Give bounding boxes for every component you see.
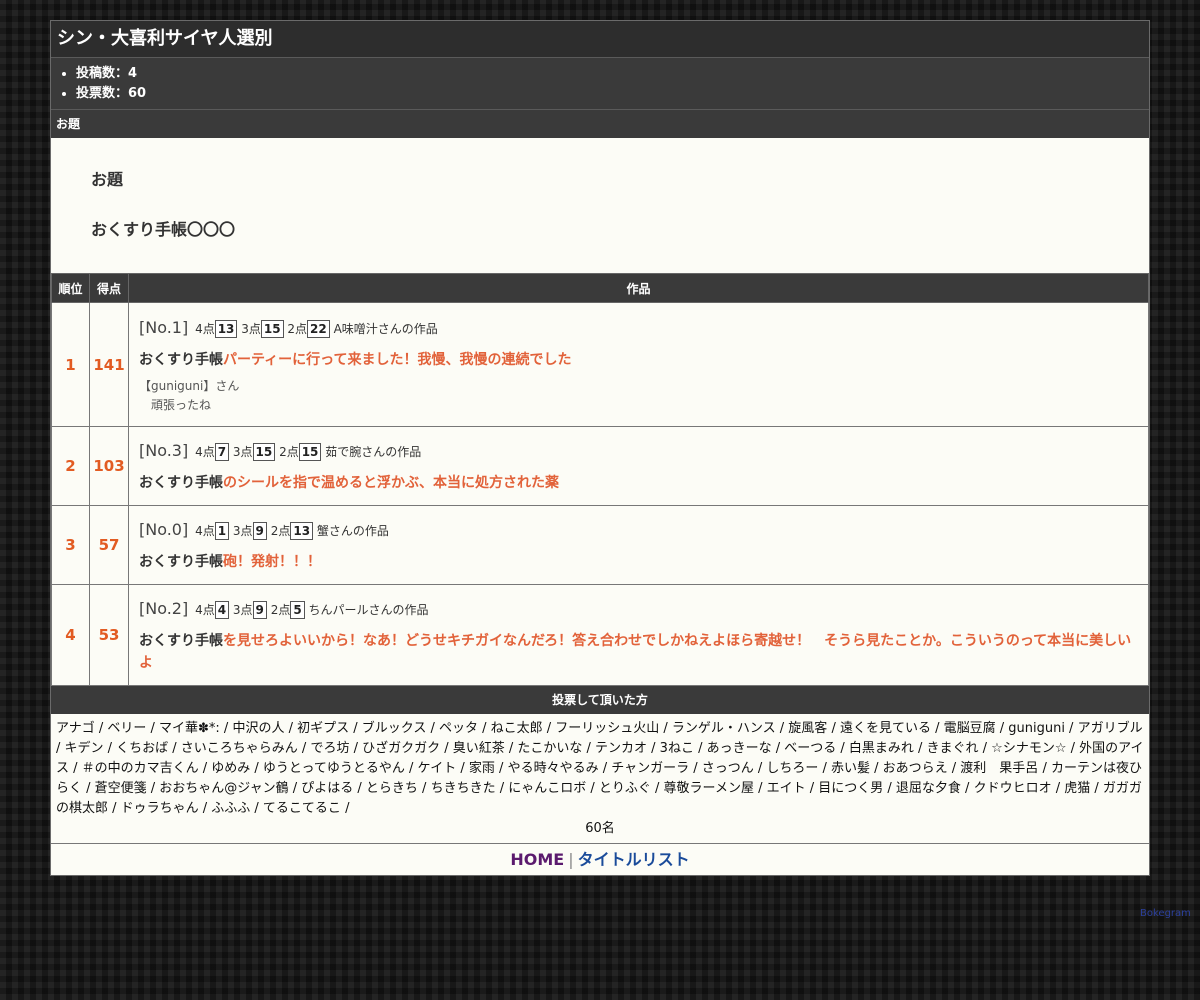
voters-panel: アナゴ / ベリー / マイ華✽*: / 中沢の人 / 初ギプス / ブルックス… <box>51 714 1149 844</box>
voters-count: 60名 <box>585 821 615 836</box>
title-list-link[interactable]: タイトルリスト <box>578 850 690 869</box>
score-cell: 141 <box>89 302 129 427</box>
points-3-count: 15 <box>252 443 276 461</box>
footer-nav: HOME | タイトルリスト <box>51 844 1149 875</box>
entry-number: [No.1] <box>139 317 189 337</box>
main-panel: シン・大喜利サイヤ人選別 投稿数：4 投票数：60 お題 お題 おくすり手帳〇〇… <box>50 20 1150 876</box>
odai-heading: お題 <box>91 170 124 189</box>
header-score: 得点 <box>89 273 129 303</box>
vote-count: 投票数：60 <box>76 84 1149 104</box>
points-3-label: 3点 <box>232 445 253 459</box>
page-title: シン・大喜利サイヤ人選別 <box>51 21 1149 58</box>
rank-cell: 2 <box>51 426 90 506</box>
voters-heading: 投票して頂いた方 <box>51 686 1149 714</box>
entry-answer: おくすり手帳を見せろよいいから！なあ！どうせキチガイなんだろ！答え合わせでしかね… <box>139 630 1138 674</box>
rank-cell: 4 <box>51 584 90 686</box>
points-2-label: 2点 <box>270 524 291 538</box>
voters-list: アナゴ / ベリー / マイ華✽*: / 中沢の人 / 初ギプス / ブルックス… <box>56 721 1144 816</box>
table-row: 3 57 [No.0] 4点 1 3点 9 2点 13 蟹さんの作品 おくすり手帳砲！… <box>51 505 1149 585</box>
points-3-label: 3点 <box>241 321 261 336</box>
score-cell: 53 <box>89 584 129 686</box>
rank-cell: 1 <box>51 302 90 427</box>
points-3-label: 3点 <box>232 524 253 538</box>
table-row: 2 103 [No.3] 4点 7 3点 15 2点 15 茹で腕さんの作品 おくすり… <box>51 426 1149 506</box>
points-4-label: 4点 <box>195 321 215 336</box>
work-cell: [No.1] 4点 13 3点 15 2点 22 A味噌汁さんの作品 おくすり手帳パー… <box>128 302 1149 427</box>
points-3-count: 9 <box>252 522 267 540</box>
points-4-count: 13 <box>214 319 238 338</box>
entry-number: [No.0] <box>139 520 189 539</box>
entry-number: [No.2] <box>139 599 189 618</box>
table-row: 1 141 [No.1] 4点 13 3点 15 2点 22 A味噌汁さんの作品 おく… <box>51 302 1149 427</box>
entry-meta: [No.2] 4点 4 3点 9 2点 5 ちんパールさんの作品 <box>139 596 1138 622</box>
entry-meta: [No.0] 4点 1 3点 9 2点 13 蟹さんの作品 <box>139 517 1138 543</box>
answer-prefix: おくすり手帳 <box>139 351 223 368</box>
answer-text: のシールを指で温めると浮かぶ、本当に処方された薬 <box>223 475 559 491</box>
points-2-label: 2点 <box>270 603 291 617</box>
points-4-count: 4 <box>214 601 230 619</box>
credit-link[interactable]: Bokegram <box>1140 908 1191 919</box>
points-4-label: 4点 <box>195 524 215 538</box>
score-cell: 57 <box>89 505 129 585</box>
entry-author: 蟹さんの作品 <box>316 524 389 538</box>
answer-text: を見せろよいいから！なあ！どうせキチガイなんだろ！答え合わせでしかねえよほら寄越… <box>139 633 1132 671</box>
entry-answer: おくすり手帳パーティーに行って来ました！我慢、我慢の連続でした <box>139 349 1138 371</box>
entry-meta: [No.3] 4点 7 3点 15 2点 15 茹で腕さんの作品 <box>139 438 1138 464</box>
entry-author: A味噌汁さんの作品 <box>333 321 438 336</box>
stats-panel: 投稿数：4 投票数：60 <box>51 58 1149 110</box>
points-2-count: 22 <box>307 319 330 338</box>
ranking-header-row: 順位 得点 作品 <box>51 273 1149 303</box>
header-work: 作品 <box>128 273 1149 303</box>
score-cell: 103 <box>89 426 129 506</box>
home-link[interactable]: HOME <box>510 850 564 869</box>
comment-author: 【guniguni】さん <box>139 378 240 393</box>
points-3-count: 9 <box>252 601 267 619</box>
answer-prefix: おくすり手帳 <box>139 633 223 649</box>
entry-meta: [No.1] 4点 13 3点 15 2点 22 A味噌汁さんの作品 <box>139 315 1138 341</box>
entry-answer: おくすり手帳のシールを指で温めると浮かぶ、本当に処方された薬 <box>139 472 1138 494</box>
odai-section-label: お題 <box>51 110 1149 138</box>
points-4-label: 4点 <box>195 445 215 459</box>
header-rank: 順位 <box>51 273 90 303</box>
work-cell: [No.2] 4点 4 3点 9 2点 5 ちんパールさんの作品 おくすり手帳を見せろ… <box>128 584 1149 686</box>
post-count: 投稿数：4 <box>76 64 1149 84</box>
points-4-count: 7 <box>214 443 230 461</box>
points-2-label: 2点 <box>279 445 299 459</box>
answer-prefix: おくすり手帳 <box>139 554 223 570</box>
work-cell: [No.3] 4点 7 3点 15 2点 15 茹で腕さんの作品 おくすり手帳のシール… <box>128 426 1149 506</box>
entry-comment: 【guniguni】さん 頑張ったね <box>139 377 1138 415</box>
odai-box: お題 おくすり手帳〇〇〇 <box>51 138 1149 273</box>
ranking-table: 順位 得点 作品 1 141 [No.1] 4点 13 3点 15 2点 22 A味噌… <box>51 273 1149 686</box>
points-4-label: 4点 <box>195 603 215 617</box>
answer-text: 砲！発射！！！ <box>223 554 321 570</box>
entry-author: ちんパールさんの作品 <box>308 603 429 617</box>
points-2-label: 2点 <box>287 321 308 336</box>
points-2-count: 15 <box>298 443 322 461</box>
answer-text: パーティーに行って来ました！我慢、我慢の連続でした <box>223 351 572 368</box>
nav-separator: | <box>568 850 574 869</box>
points-2-count: 5 <box>290 601 305 619</box>
work-cell: [No.0] 4点 1 3点 9 2点 13 蟹さんの作品 おくすり手帳砲！発射！！！ <box>128 505 1149 585</box>
entry-author: 茹で腕さんの作品 <box>325 445 422 459</box>
answer-prefix: おくすり手帳 <box>139 475 223 491</box>
points-3-count: 15 <box>260 319 284 338</box>
points-2-count: 13 <box>290 522 314 540</box>
points-3-label: 3点 <box>232 603 253 617</box>
entry-answer: おくすり手帳砲！発射！！！ <box>139 551 1138 573</box>
odai-text: おくすり手帳〇〇〇 <box>91 220 236 239</box>
rank-cell: 3 <box>51 505 90 585</box>
table-row: 4 53 [No.2] 4点 4 3点 9 2点 5 ちんパールさんの作品 おくすり手… <box>51 584 1149 686</box>
points-4-count: 1 <box>214 522 230 540</box>
comment-text: 頑張ったね <box>151 397 212 412</box>
entry-number: [No.3] <box>139 441 189 460</box>
